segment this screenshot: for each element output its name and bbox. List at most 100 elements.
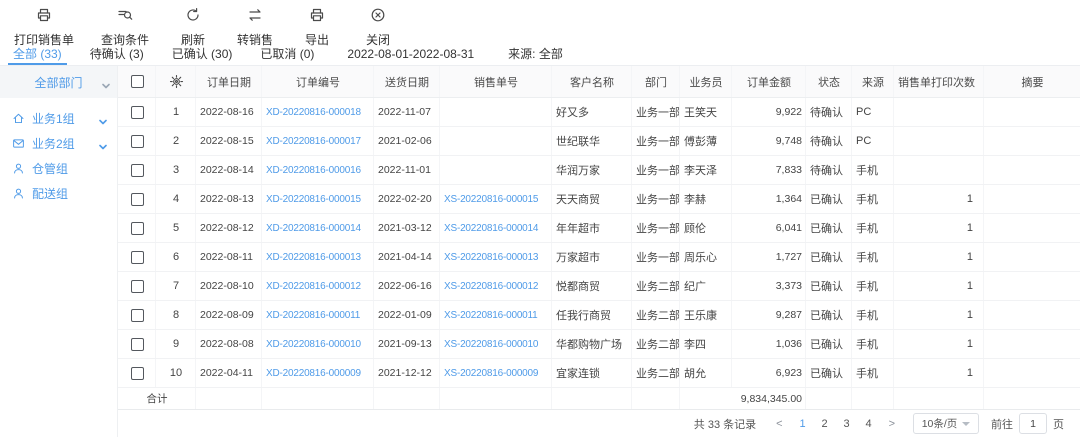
sales-no-link[interactable]: XS-20220816-000009 — [440, 359, 552, 387]
print-count-cell: 1 — [894, 359, 984, 387]
page-button[interactable]: 2 — [815, 416, 835, 432]
row-checkbox[interactable] — [131, 193, 144, 206]
sales-no-link[interactable]: XS-20220816-000011 — [440, 301, 552, 329]
filter-tab[interactable]: 待确认 (3) — [85, 42, 149, 65]
status-cell: 已确认 — [806, 243, 852, 271]
sales-no-link[interactable] — [440, 127, 552, 155]
summary-cell — [984, 98, 1080, 126]
sidebar-item-group2[interactable]: 业务2组 — [0, 131, 117, 156]
page-size-select[interactable]: 10条/页 — [913, 413, 979, 434]
order-no-link[interactable]: XD-20220816-000009 — [262, 359, 374, 387]
date-range-filter[interactable]: 2022-08-01-2022-08-31 — [347, 42, 474, 65]
sidebar-item-warehouse[interactable]: 仓管组 — [0, 156, 117, 181]
print-count-cell: 1 — [894, 272, 984, 300]
order-amount-cell: 6,923 — [732, 359, 806, 387]
column-header-department[interactable]: 部门 — [632, 66, 680, 97]
delivery-date-cell: 2022-11-07 — [374, 98, 440, 126]
column-header-salesperson[interactable]: 业务员 — [680, 66, 732, 97]
row-checkbox[interactable] — [131, 309, 144, 322]
department-selector[interactable]: 全部部门 — [0, 66, 117, 98]
delivery-date-cell: 2022-06-16 — [374, 272, 440, 300]
sidebar-item-delivery[interactable]: 配送组 — [0, 181, 117, 206]
column-header-delivery-date[interactable]: 送货日期 — [374, 66, 440, 97]
toolbar: 打印销售单 查询条件 刷新 转销售 导出 关闭 — [0, 0, 1080, 42]
sales-no-link[interactable] — [440, 156, 552, 184]
sales-no-link[interactable]: XS-20220816-000014 — [440, 214, 552, 242]
column-header-status[interactable]: 状态 — [806, 66, 852, 97]
sidebar-item-group1[interactable]: 业务1组 — [0, 106, 117, 131]
column-header-customer[interactable]: 客户名称 — [552, 66, 632, 97]
select-all-checkbox[interactable] — [131, 75, 144, 88]
table-row: 10 2022-04-11 XD-20220816-000009 2021-12… — [118, 359, 1080, 388]
order-no-link[interactable]: XD-20220816-000013 — [262, 243, 374, 271]
order-no-link[interactable]: XD-20220816-000014 — [262, 214, 374, 242]
print-count-cell: 1 — [894, 330, 984, 358]
page-button[interactable]: 1 — [793, 416, 813, 432]
summary-cell — [984, 127, 1080, 155]
sales-no-link[interactable] — [440, 98, 552, 126]
salesperson-cell: 李赫 — [680, 185, 732, 213]
department-selector-label: 全部部门 — [34, 74, 82, 91]
column-header-source[interactable]: 来源 — [852, 66, 894, 97]
row-checkbox-cell — [118, 156, 156, 184]
order-no-link[interactable]: XD-20220816-000016 — [262, 156, 374, 184]
order-no-link[interactable]: XD-20220816-000010 — [262, 330, 374, 358]
column-header-sales-no[interactable]: 销售单号 — [440, 66, 552, 97]
prev-page-arrow[interactable]: < — [772, 418, 786, 430]
department-cell: 业务二部 — [632, 330, 680, 358]
column-header-print-count[interactable]: 销售单打印次数 — [894, 66, 984, 97]
order-no-link[interactable]: XD-20220816-000012 — [262, 272, 374, 300]
row-checkbox[interactable] — [131, 222, 144, 235]
source-cell: 手机 — [852, 272, 894, 300]
row-checkbox[interactable] — [131, 338, 144, 351]
page-button[interactable]: 3 — [837, 416, 857, 432]
filter-tab[interactable]: 已取消 (0) — [255, 42, 319, 65]
order-no-link[interactable]: XD-20220816-000015 — [262, 185, 374, 213]
order-date-cell: 2022-08-15 — [196, 127, 262, 155]
next-page-arrow[interactable]: > — [885, 418, 899, 430]
home-icon — [12, 112, 25, 125]
column-header-amount[interactable]: 订单金额 — [732, 66, 806, 97]
row-number-cell: 7 — [156, 272, 196, 300]
sales-no-link[interactable]: XS-20220816-000012 — [440, 272, 552, 300]
order-date-cell: 2022-08-14 — [196, 156, 262, 184]
row-checkbox[interactable] — [131, 106, 144, 119]
source-filter[interactable]: 来源: 全部 — [508, 42, 563, 65]
order-amount-cell: 3,373 — [732, 272, 806, 300]
salesperson-cell: 胡允 — [680, 359, 732, 387]
department-cell: 业务一部 — [632, 156, 680, 184]
user-icon — [12, 162, 25, 175]
print-count-cell — [894, 98, 984, 126]
salesperson-cell: 顾伦 — [680, 214, 732, 242]
customer-name-cell: 万家超市 — [552, 243, 632, 271]
column-header-summary[interactable]: 摘要 — [984, 66, 1080, 97]
order-no-link[interactable]: XD-20220816-000017 — [262, 127, 374, 155]
order-date-cell: 2022-08-11 — [196, 243, 262, 271]
search-filter-icon — [117, 7, 133, 28]
row-checkbox-cell — [118, 214, 156, 242]
order-date-cell: 2022-08-09 — [196, 301, 262, 329]
order-amount-cell: 1,036 — [732, 330, 806, 358]
gear-icon[interactable] — [169, 74, 184, 89]
print-count-cell: 1 — [894, 214, 984, 242]
row-number-cell: 3 — [156, 156, 196, 184]
filter-tab[interactable]: 已确认 (30) — [167, 42, 238, 65]
order-no-link[interactable]: XD-20220816-000011 — [262, 301, 374, 329]
goto-page-input[interactable]: 1 — [1019, 413, 1047, 434]
row-number-cell: 9 — [156, 330, 196, 358]
order-no-link[interactable]: XD-20220816-000018 — [262, 98, 374, 126]
total-amount: 9,834,345.00 — [680, 388, 806, 409]
sales-no-link[interactable]: XS-20220816-000015 — [440, 185, 552, 213]
sales-no-link[interactable]: XS-20220816-000010 — [440, 330, 552, 358]
row-checkbox[interactable] — [131, 367, 144, 380]
row-checkbox[interactable] — [131, 280, 144, 293]
department-cell: 业务二部 — [632, 272, 680, 300]
row-checkbox[interactable] — [131, 251, 144, 264]
page-button[interactable]: 4 — [859, 416, 879, 432]
sales-no-link[interactable]: XS-20220816-000013 — [440, 243, 552, 271]
column-header-order-no[interactable]: 订单编号 — [262, 66, 374, 97]
row-checkbox[interactable] — [131, 135, 144, 148]
filter-tab[interactable]: 全部 (33) — [8, 42, 67, 65]
row-checkbox[interactable] — [131, 164, 144, 177]
column-header-order-date[interactable]: 订单日期 — [196, 66, 262, 97]
